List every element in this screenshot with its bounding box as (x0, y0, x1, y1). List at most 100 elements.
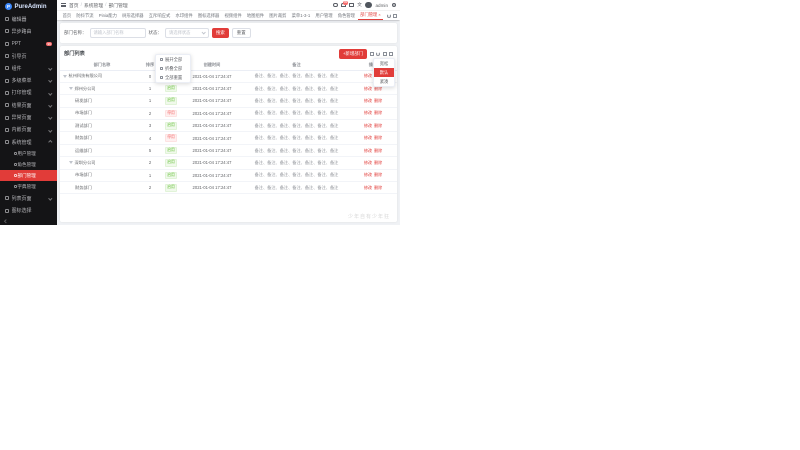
search-icon[interactable] (333, 3, 338, 8)
reset-button[interactable]: 重置 (232, 28, 251, 38)
op-删除[interactable]: 删除 (374, 123, 382, 129)
tab-图片裁剪[interactable]: 图片裁剪 (267, 12, 289, 20)
op-修改[interactable]: 修改 (364, 73, 372, 79)
tab-首页[interactable]: 首页 (60, 12, 74, 20)
sidebar-item-内嵌页面[interactable]: 内嵌页面 (0, 124, 57, 136)
chevron-icon (49, 140, 53, 144)
cell-status: 启用 (159, 159, 183, 167)
breadcrumb-item[interactable]: 首页 (69, 2, 79, 9)
cell-created-time: 2021-01-04 17:24:47 (183, 185, 241, 190)
cell-status: 启用 (159, 184, 183, 192)
table-row: 测试部门3启用2021-01-04 17:24:47备注、备注、备注、备注、备注… (60, 120, 397, 132)
badge: 99 (46, 42, 52, 46)
sidebar-subitem-部门管理[interactable]: 部门管理 (0, 170, 57, 181)
op-删除[interactable]: 删除 (374, 160, 382, 166)
sidebar-subitem-角色管理[interactable]: 角色管理 (0, 159, 57, 170)
op-修改[interactable]: 修改 (364, 86, 372, 92)
density-option-默认[interactable]: 默认 (374, 68, 394, 77)
cell-status: 启用 (159, 172, 183, 180)
tab-视频组件[interactable]: 视频组件 (222, 12, 244, 20)
department-name-input[interactable]: 请输入部门名称 (90, 28, 146, 38)
tab-图标选择器[interactable]: 图标选择器 (195, 12, 222, 20)
breadcrumb-item[interactable]: 部门管理 (109, 2, 128, 9)
op-删除[interactable]: 删除 (374, 110, 382, 116)
dropdown-item-折叠全部[interactable]: 折叠全部 (156, 64, 190, 73)
tab-互斥响应式[interactable]: 互斥响应式 (146, 12, 173, 20)
fullscreen-tab-icon[interactable] (393, 14, 397, 18)
navbar-actions: 99 文 admin (333, 2, 396, 9)
cell-operations: 修改删除 (352, 185, 394, 191)
expand-icon[interactable] (370, 52, 374, 56)
cell-department-name: 财务部门 (63, 135, 141, 141)
sidebar-item-异常页面[interactable]: 异常页面 (0, 111, 57, 123)
add-department-button[interactable]: 新增部门 (339, 49, 367, 59)
sidebar-item-编辑器[interactable]: 编辑器 (0, 13, 57, 25)
sidebar-item-异步路由[interactable]: 异步路由 (0, 25, 57, 37)
menu-item-icon (5, 66, 9, 70)
sidebar-item-组件[interactable]: 组件 (0, 62, 57, 74)
tree-caret-icon[interactable] (63, 75, 67, 78)
op-删除[interactable]: 删除 (374, 172, 382, 178)
sidebar-item-引导页[interactable]: 引导页 (0, 50, 57, 62)
tree-caret-icon[interactable] (69, 87, 73, 90)
sidebar-subitem-字典管理[interactable]: 字典管理 (0, 181, 57, 192)
op-修改[interactable]: 修改 (364, 160, 372, 166)
refresh-icon[interactable] (387, 14, 391, 18)
status-select[interactable]: 请选择状态 (165, 28, 209, 38)
tab-水印组件[interactable]: 水印组件 (173, 12, 195, 20)
op-删除[interactable]: 删除 (374, 135, 382, 141)
density-option-宽松[interactable]: 宽松 (374, 59, 394, 68)
op-删除[interactable]: 删除 (374, 148, 382, 154)
language-icon[interactable]: 文 (357, 3, 362, 8)
tab-角色管理[interactable]: 角色管理 (335, 12, 357, 20)
dropdown-item-展开全部[interactable]: 展开全部 (156, 55, 190, 64)
tab-树形选择器[interactable]: 树形选择器 (120, 12, 147, 20)
collapse-menu-icon[interactable] (61, 3, 66, 7)
close-tab-icon[interactable]: × (378, 12, 380, 17)
avatar[interactable] (365, 2, 372, 9)
settings-icon[interactable] (392, 3, 397, 8)
tab-用户管理[interactable]: 用户管理 (313, 12, 335, 20)
sidebar-item-多级菜单[interactable]: 多级菜单 (0, 74, 57, 86)
sidebar-collapse-icon[interactable] (0, 217, 57, 225)
logo[interactable]: P PureAdmin (0, 0, 57, 13)
column-setting-icon[interactable] (389, 52, 393, 56)
sidebar-item-图标选择[interactable]: 图标选择 (0, 205, 57, 217)
sidebar-item-打印管理[interactable]: 打印管理 (0, 87, 57, 99)
department-table-card: 部门列表 新增部门 部门名称排序状态创建时间备注操作杭州科技有限公司0启用202… (60, 46, 397, 222)
refresh-table-icon[interactable] (376, 52, 380, 56)
tab-菜单1-3-1[interactable]: 菜单1-3-1 (289, 12, 313, 20)
sidebar-item-系统管理[interactable]: 系统管理 (0, 136, 57, 148)
sidebar-item-列表页面[interactable]: 列表页面 (0, 192, 57, 204)
tree-caret-icon[interactable] (69, 161, 73, 164)
tab-防抖节流[interactable]: 防抖节流 (74, 12, 96, 20)
username: admin (375, 3, 388, 8)
density-option-紧凑[interactable]: 紧凑 (374, 77, 394, 86)
op-删除[interactable]: 删除 (374, 98, 382, 104)
sidebar-item-结果页面[interactable]: 结果页面 (0, 99, 57, 111)
sidebar-subitem-用户管理[interactable]: 用户管理 (0, 148, 57, 159)
fullscreen-icon[interactable] (349, 3, 354, 8)
dropdown-item-全部重置[interactable]: 全部重置 (156, 73, 190, 82)
op-修改[interactable]: 修改 (364, 135, 372, 141)
op-修改[interactable]: 修改 (364, 98, 372, 104)
breadcrumb-item[interactable]: 系统管理 (84, 2, 103, 9)
status-tag: 启用 (165, 172, 178, 180)
op-修改[interactable]: 修改 (364, 110, 372, 116)
density-icon[interactable] (383, 52, 387, 56)
status-tag: 启用 (165, 122, 178, 130)
op-修改[interactable]: 修改 (364, 185, 372, 191)
tab-部门管理[interactable]: 部门管理× (358, 11, 384, 20)
cell-department-name: 研发部门 (63, 98, 141, 104)
op-修改[interactable]: 修改 (364, 172, 372, 178)
op-修改[interactable]: 修改 (364, 148, 372, 154)
sidebar-item-PPT[interactable]: PPT99 (0, 38, 57, 50)
notification-icon[interactable]: 99 (341, 3, 346, 8)
op-修改[interactable]: 修改 (364, 123, 372, 129)
tree-more-dropdown: 展开全部折叠全部全部重置 (155, 54, 191, 83)
op-删除[interactable]: 删除 (374, 185, 382, 191)
tab-地图组件[interactable]: 地图组件 (244, 12, 266, 20)
cell-sort: 4 (141, 136, 159, 141)
tab-Pinia能力[interactable]: Pinia能力 (96, 12, 119, 20)
search-button[interactable]: 搜索 (212, 28, 229, 38)
